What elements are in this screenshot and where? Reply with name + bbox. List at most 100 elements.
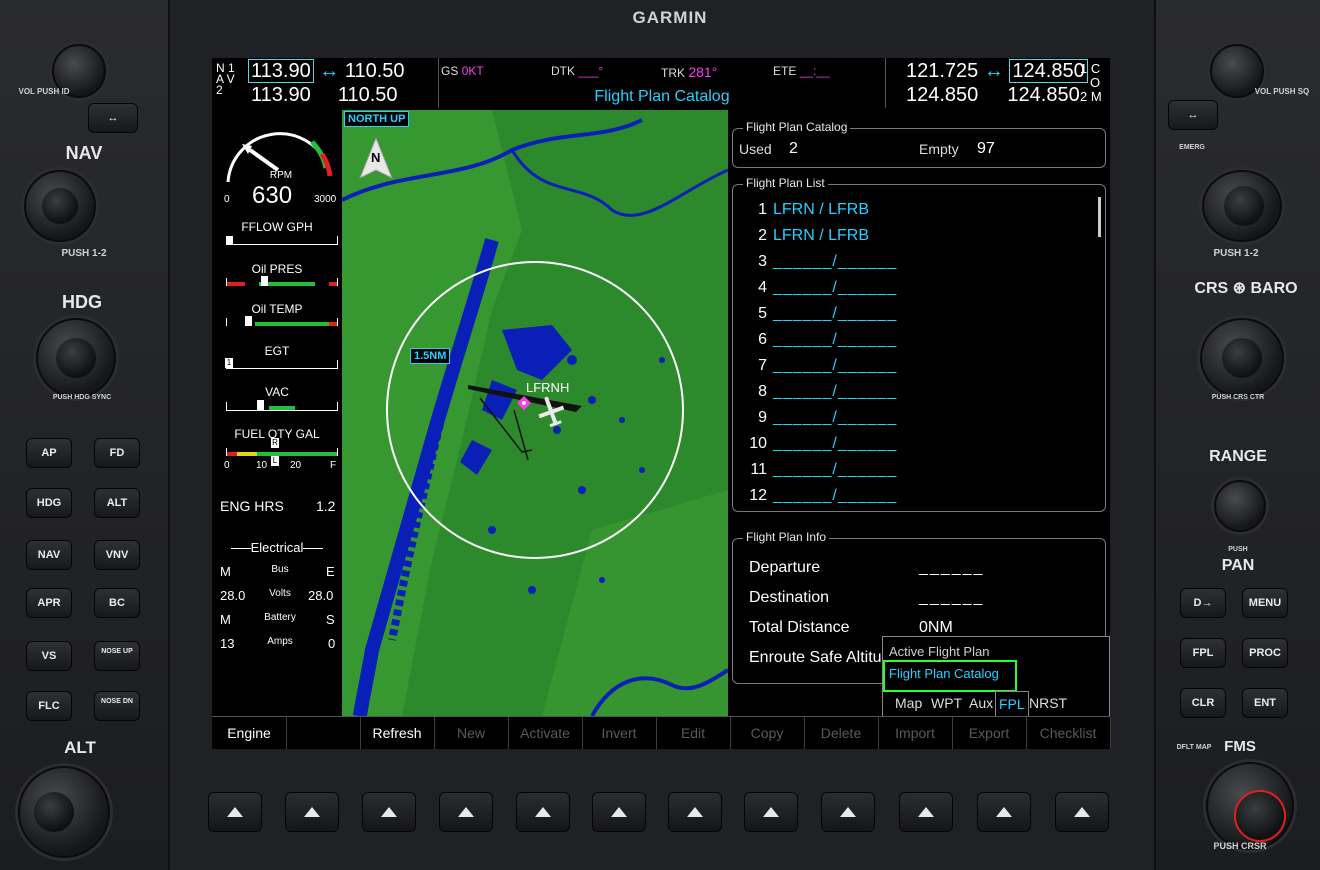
vs-button[interactable]: VS [26,641,72,671]
flight-plan-list-title: Flight Plan List [743,176,828,190]
softkey-label-8[interactable]: Copy [730,717,805,749]
softkey-9[interactable] [821,792,875,832]
empty-label: Empty [919,141,959,157]
softkey-1[interactable] [208,792,262,832]
vol-label-right: VOL PUSH SQ [1254,87,1310,96]
tab-nrst[interactable]: NRST [1029,695,1067,711]
north-up-label[interactable]: NORTH UP [344,111,410,127]
popup-flight-plan-catalog[interactable]: Flight Plan Catalog [889,666,999,681]
vnv-button[interactable]: VNV [94,540,140,570]
destination-label: Destination [749,589,830,606]
tab-aux[interactable]: Aux [969,695,993,711]
elec-right-4: 0 [328,636,336,651]
softkey-label-7[interactable]: Edit [656,717,731,749]
softkey-3[interactable] [362,792,416,832]
com1-active-freq[interactable]: 121.725 [906,60,978,82]
softkey-label-6[interactable]: Invert [582,717,657,749]
flight-plan-row[interactable]: 8 ______/______ [743,383,897,401]
clr-button[interactable]: CLR [1180,688,1226,718]
fd-button[interactable]: FD [94,438,140,468]
elec-right-2: 28.0 [308,588,334,603]
fms-knob[interactable] [1206,762,1294,850]
flight-plan-row-number: 10 [749,435,767,452]
flight-plan-row[interactable]: 12 ______/______ [743,487,897,505]
flight-plan-row[interactable]: 9 ______/______ [743,409,897,427]
fuel-right-mark: R [271,438,279,448]
nose-up-button[interactable]: NOSE UP [94,641,140,671]
softkey-label-4[interactable]: New [434,717,509,749]
flight-plan-row-number: 8 [758,383,767,400]
fpl-button[interactable]: FPL [1180,638,1226,668]
softkey-4[interactable] [439,792,493,832]
nose-dn-button[interactable]: NOSE DN [94,691,140,721]
nav-knob-sub: PUSH 1-2 [61,248,107,259]
dtk-value: ___° [578,64,604,78]
softkey-5[interactable] [516,792,570,832]
nav2-active-freq[interactable]: 113.90 [248,84,311,106]
softkey-6[interactable] [592,792,646,832]
flight-plan-row[interactable]: 6 ______/______ [743,331,897,349]
flight-plan-row[interactable]: 7 ______/______ [743,357,897,375]
popup-active-flight-plan[interactable]: Active Flight Plan [889,644,989,659]
softkey-label-1[interactable]: Engine [212,717,287,749]
softkey-7[interactable] [668,792,722,832]
crs-knob-sub: PUSH CRS CTR [1211,394,1265,401]
tab-fpl[interactable]: FPL [995,691,1029,716]
com2-active-freq[interactable]: 124.850 [906,84,978,106]
flight-plan-row[interactable]: 5 ______/______ [743,305,897,323]
nav1-standby-freq[interactable]: 110.50 [345,60,405,82]
range-joystick[interactable] [1214,480,1266,532]
flight-plan-row[interactable]: 2 LFRN / LFRB [743,227,869,245]
flight-plan-row[interactable]: 4 ______/______ [743,279,897,297]
ent-button[interactable]: ENT [1242,688,1288,718]
softkey-11[interactable] [977,792,1031,832]
direct-to-button[interactable]: D→ [1180,588,1226,618]
com1-standby-freq[interactable]: 124.850 [1009,59,1088,83]
hdg-button[interactable]: HDG [26,488,72,518]
tab-wpt[interactable]: WPT [931,695,962,711]
alt-knob[interactable] [18,766,110,858]
swap-button-left[interactable]: ↔ [88,103,138,133]
softkey-label-3[interactable]: Refresh [360,717,435,749]
nav-knob-label: NAV [65,143,103,163]
softkey-8[interactable] [744,792,798,832]
nav2-standby-freq[interactable]: 110.50 [338,84,398,106]
apr-button[interactable]: APR [26,588,72,618]
moving-map[interactable]: NORTH UP N 1.5NM LFRNH [342,110,728,716]
dfltmap-label: DFLT MAP [1176,744,1212,751]
proc-button[interactable]: PROC [1242,638,1288,668]
swap-button-right[interactable]: ↔ [1168,100,1218,130]
bc-button[interactable]: BC [94,588,140,618]
com-knob[interactable] [1202,170,1282,242]
hdg-knob[interactable] [36,318,116,398]
softkey-10[interactable] [899,792,953,832]
softkey-2[interactable] [285,792,339,832]
com-frequencies[interactable]: 121.725 ↔ 124.850 124.850 124.850 [906,59,1088,108]
com2-standby-freq[interactable]: 124.850 [1007,84,1079,106]
softkey-12[interactable] [1055,792,1109,832]
crs-baro-knob[interactable] [1200,318,1284,398]
nav-button[interactable]: NAV [26,540,72,570]
ap-button[interactable]: AP [26,438,72,468]
alt-button[interactable]: ALT [94,488,140,518]
eng-hrs-label: ENG HRS [220,498,284,514]
softkey-label-11[interactable]: Export [952,717,1027,749]
menu-button[interactable]: MENU [1242,588,1288,618]
softkey-label-5[interactable]: Activate [508,717,583,749]
map-range-label[interactable]: 1.5NM [410,348,451,364]
softkey-label-2[interactable] [286,717,361,749]
nav1-active-freq[interactable]: 113.90 [248,59,314,83]
softkey-label-10[interactable]: Import [878,717,953,749]
flight-plan-row[interactable]: 3 ______/______ [743,253,897,271]
tab-map[interactable]: Map [895,695,922,711]
nav-frequencies[interactable]: 113.90 ↔ 110.50 113.90 110.50 [248,59,405,108]
softkey-label-12[interactable]: Checklist [1026,717,1111,749]
flight-plan-row[interactable]: 1 LFRN / LFRB [743,201,869,219]
nav-knob[interactable] [24,170,96,242]
flight-plan-row-number: 11 [750,461,767,478]
softkey-label-9[interactable]: Delete [804,717,879,749]
flight-plan-row[interactable]: 10 ______/______ [743,435,897,453]
list-scrollbar[interactable] [1098,197,1101,237]
flight-plan-row[interactable]: 11 ______/______ [743,461,897,479]
flc-button[interactable]: FLC [26,691,72,721]
